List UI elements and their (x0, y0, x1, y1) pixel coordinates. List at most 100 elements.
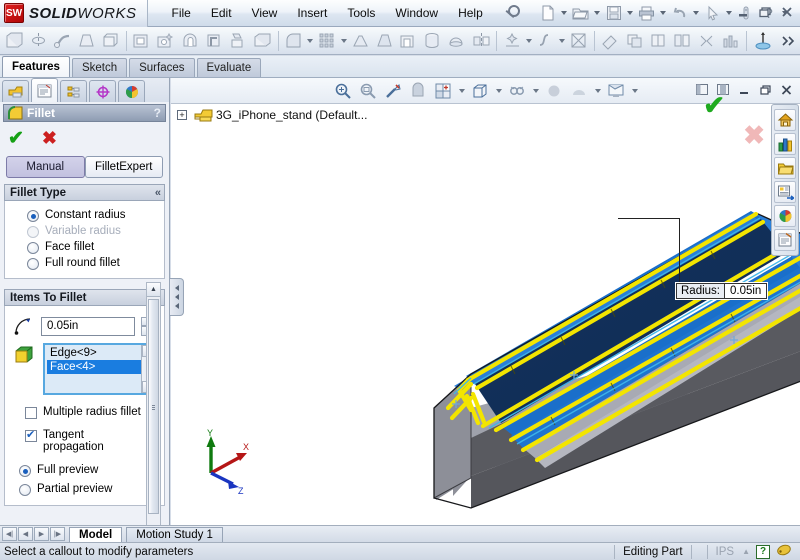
mode-tab-manual[interactable]: Manual (6, 156, 85, 178)
callout-value[interactable]: 0.05in (725, 284, 767, 298)
home-resources-icon[interactable] (774, 109, 796, 131)
intersect-icon[interactable] (568, 29, 590, 53)
wrap-icon[interactable] (422, 29, 444, 53)
appearances-scenes-icon[interactable] (774, 205, 796, 227)
new-document-caret-icon[interactable] (560, 2, 569, 24)
fillet-icon[interactable] (283, 29, 305, 53)
nav-first-icon[interactable]: ◀| (2, 527, 17, 541)
menu-view[interactable]: View (242, 1, 288, 25)
undo-caret-icon[interactable] (692, 2, 701, 24)
fillet-caret-icon[interactable] (306, 29, 315, 53)
save-caret-icon[interactable] (626, 2, 635, 24)
print-caret-icon[interactable] (659, 2, 668, 24)
boundary-boss-icon[interactable] (100, 29, 122, 53)
design-library-icon[interactable] (774, 133, 796, 155)
hole-wizard-icon[interactable] (155, 29, 177, 53)
undo-icon[interactable] (669, 2, 691, 24)
radius-callout[interactable]: Radius: 0.05in (676, 283, 768, 299)
radio-partial-preview[interactable]: Partial preview (19, 483, 156, 496)
split-icon[interactable] (647, 29, 669, 53)
swept-cut-icon[interactable] (203, 29, 225, 53)
new-document-icon[interactable] (537, 2, 559, 24)
nav-next-icon[interactable]: ▶ (34, 527, 49, 541)
radio-full-preview[interactable]: Full preview (19, 464, 156, 477)
delete-body-icon[interactable] (695, 29, 717, 53)
status-units-caret-icon[interactable]: ▲ (742, 547, 750, 556)
tab-features[interactable]: Features (2, 56, 70, 77)
expand-toolbar-icon[interactable] (777, 29, 799, 53)
restore-icon[interactable] (756, 3, 774, 21)
graphics-area[interactable]: + 3G_iPhone_stand (Default... ✔ ✖ Radius… (171, 78, 800, 525)
lofted-cut-icon[interactable] (227, 29, 249, 53)
menu-edit[interactable]: Edit (201, 1, 242, 25)
tab-evaluate[interactable]: Evaluate (196, 58, 262, 77)
minimize-icon[interactable] (734, 3, 752, 21)
model-3d-view[interactable] (171, 78, 800, 525)
select-caret-icon[interactable] (725, 2, 734, 24)
shell-icon[interactable] (398, 29, 420, 53)
property-manager-scrollbar[interactable]: ▲ ▼ (146, 282, 161, 560)
fillet-type-header[interactable]: Fillet Type « (4, 184, 165, 201)
import-diagnostics-icon[interactable] (720, 29, 742, 53)
rib-icon[interactable] (349, 29, 371, 53)
tab-motion-study-1[interactable]: Motion Study 1 (126, 526, 223, 542)
instant3d-icon[interactable] (599, 29, 621, 53)
close-icon[interactable] (778, 3, 796, 21)
open-caret-icon[interactable] (593, 2, 602, 24)
dome-icon[interactable] (446, 29, 468, 53)
radius-input[interactable]: 0.05in (41, 316, 135, 336)
select-arrow-icon[interactable] (702, 2, 724, 24)
radio-constant-radius[interactable]: Constant radius (27, 209, 160, 222)
feature-manager-tab[interactable] (2, 80, 29, 102)
items-to-fillet-header[interactable]: Items To Fillet « (4, 289, 165, 306)
checkbox-tangent-propagation[interactable]: Tangent propagation (25, 428, 156, 453)
tab-surfaces[interactable]: Surfaces (129, 58, 195, 77)
open-folder-icon[interactable] (570, 2, 592, 24)
view-palette-icon[interactable] (774, 181, 796, 203)
revolved-boss-icon[interactable] (27, 29, 49, 53)
extruded-cut-icon[interactable] (131, 29, 153, 53)
swept-boss-icon[interactable] (51, 29, 73, 53)
panel-collapse-handle[interactable] (170, 278, 184, 316)
radio-full-round-fillet[interactable]: Full round fillet (27, 257, 160, 270)
pin-menu-icon[interactable] (501, 2, 523, 24)
property-manager-tab[interactable] (31, 78, 58, 102)
file-explorer-icon[interactable] (774, 157, 796, 179)
selection-listbox[interactable]: Edge<9> Face<4> ▲ ▼ (43, 343, 156, 395)
checkbox-multiple-radius-fillet[interactable]: Multiple radius fillet (25, 406, 156, 419)
draft-icon[interactable] (373, 29, 395, 53)
reference-geometry-icon[interactable] (501, 29, 523, 53)
nav-last-icon[interactable]: |▶ (50, 527, 65, 541)
boundary-cut-icon[interactable] (251, 29, 273, 53)
combine-icon[interactable] (623, 29, 645, 53)
refgeom-caret-icon[interactable] (524, 29, 533, 53)
move-copy-icon[interactable] (671, 29, 693, 53)
status-units[interactable]: IPS (706, 544, 743, 559)
configuration-manager-tab[interactable] (60, 80, 87, 102)
list-item[interactable]: Edge<9> (47, 346, 141, 360)
menu-window[interactable]: Window (385, 1, 448, 25)
curves-caret-icon[interactable] (558, 29, 567, 53)
menu-help[interactable]: Help (448, 1, 493, 25)
menu-file[interactable]: File (162, 1, 201, 25)
property-manager-help-icon[interactable]: ? (154, 106, 161, 120)
menu-tools[interactable]: Tools (337, 1, 385, 25)
linear-pattern-icon[interactable] (316, 29, 338, 53)
print-icon[interactable] (636, 2, 658, 24)
mode-tab-filletxpert[interactable]: FilletExpert (84, 156, 163, 178)
pattern-caret-icon[interactable] (339, 29, 348, 53)
status-help-icon[interactable]: ? (756, 544, 770, 559)
tab-model[interactable]: Model (69, 526, 123, 542)
scrollbar-thumb[interactable] (148, 299, 159, 514)
mirror-icon[interactable] (470, 29, 492, 53)
chevron-up-icon[interactable]: « (155, 187, 161, 199)
coordinate-system-icon[interactable] (751, 29, 775, 53)
custom-properties-icon[interactable] (774, 229, 796, 251)
tag-icon[interactable] (776, 543, 800, 560)
save-icon[interactable] (603, 2, 625, 24)
radio-face-fillet[interactable]: Face fillet (27, 241, 160, 254)
accept-button[interactable]: ✔ (8, 129, 24, 148)
scroll-up-icon[interactable]: ▲ (147, 283, 160, 297)
display-manager-tab[interactable] (118, 80, 145, 102)
lofted-boss-icon[interactable] (75, 29, 97, 53)
